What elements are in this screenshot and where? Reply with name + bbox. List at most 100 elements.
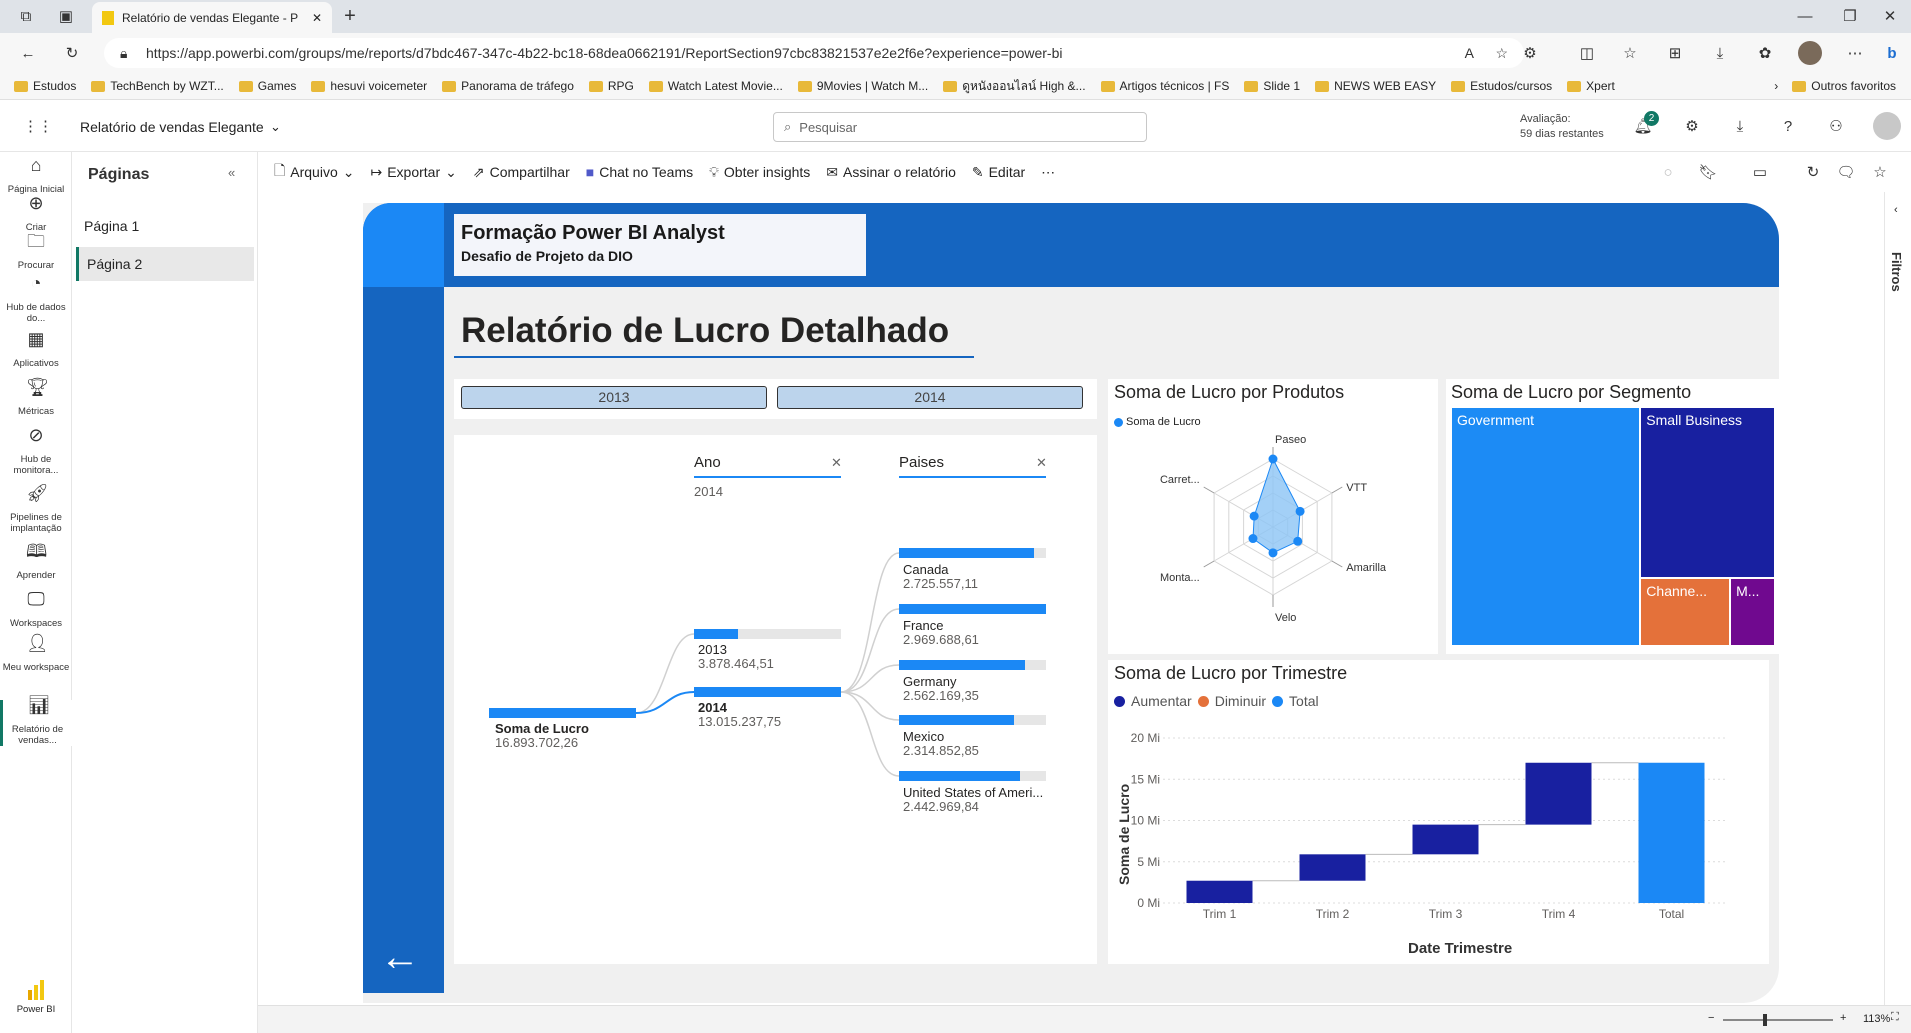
radar-point[interactable] <box>1295 506 1305 516</box>
help-icon[interactable]: ? <box>1778 116 1798 136</box>
waterfall-bar[interactable] <box>1525 762 1592 825</box>
nav-item[interactable]: 🖵︎ Workspaces <box>0 590 72 629</box>
nav-item[interactable]: 🏆︎ Métricas <box>0 378 72 417</box>
radar-point[interactable] <box>1248 534 1258 544</box>
download-icon[interactable]: ⤓ <box>1730 116 1750 136</box>
treemap-tile[interactable]: Government <box>1451 407 1641 646</box>
share-feedback-icon[interactable]: ⚇ <box>1826 116 1846 136</box>
slicer-2013[interactable]: 2013 <box>461 386 767 409</box>
star-icon[interactable]: ☆ <box>1495 45 1508 62</box>
bookmark-item[interactable]: Xpert <box>1567 79 1615 93</box>
radar-point[interactable] <box>1268 548 1278 558</box>
zoom-slider-thumb[interactable] <box>1763 1014 1767 1026</box>
zoom-out-icon[interactable]: − <box>1708 1012 1714 1024</box>
gear-icon[interactable]: ⚙ <box>1682 116 1702 136</box>
refresh-icon[interactable]: ↻ <box>62 43 82 63</box>
bookmark-item[interactable]: Watch Latest Movie... <box>648 79 783 93</box>
radar-point[interactable] <box>1249 511 1259 521</box>
insights-button[interactable]: 💡︎ Obter insights <box>709 164 810 181</box>
bookmark-icon[interactable]: 🔖︎ <box>1698 162 1718 182</box>
profile-avatar[interactable] <box>1798 41 1822 65</box>
waterfall-bar[interactable] <box>1299 854 1366 881</box>
chevron-down-icon[interactable]: ⌄ <box>270 119 281 135</box>
nav-item[interactable]: 🕮︎ Aprender <box>0 542 72 581</box>
bookmark-item[interactable]: 9Movies | Watch M... <box>797 79 928 93</box>
slicer-2014[interactable]: 2014 <box>777 386 1083 409</box>
more-bookmarks-icon[interactable]: › <box>1774 79 1778 93</box>
waterfall-bar[interactable] <box>1412 824 1479 855</box>
report-name[interactable]: Relatório de vendas Elegante <box>80 119 264 135</box>
subscribe-button[interactable]: ✉ Assinar o relatório <box>826 164 956 181</box>
refresh-visuals-icon[interactable]: ↻ <box>1803 162 1823 182</box>
nav-item[interactable]: 📊︎ Relatório de vendas... <box>0 696 72 746</box>
share-button[interactable]: ⇗ Compartilhar <box>473 164 570 181</box>
bookmark-item[interactable]: RPG <box>588 79 634 93</box>
view-icon[interactable]: ▭ <box>1750 162 1770 182</box>
expand-filters-icon[interactable]: ‹ <box>1894 204 1898 216</box>
teams-button[interactable]: ■ Chat no Teams <box>586 164 693 180</box>
waterfall-bar[interactable] <box>1638 762 1705 903</box>
comment-icon[interactable]: 🗨︎ <box>1836 162 1856 182</box>
bookmark-item[interactable]: Games <box>238 79 296 93</box>
url-field[interactable]: 🔒︎ https://app.powerbi.com/groups/me/rep… <box>104 38 1524 68</box>
favorites-icon[interactable]: ☆ <box>1620 43 1640 63</box>
nav-item[interactable]: ◔ Hub de dados do... <box>0 274 72 324</box>
decomp-root-bar[interactable] <box>489 708 636 718</box>
bookmark-item[interactable]: Panorama de tráfego <box>442 79 574 93</box>
treemap-tile[interactable]: M... <box>1730 578 1775 646</box>
nav-item[interactable]: ▦ Aplicativos <box>0 330 72 369</box>
nav-item[interactable]: 🚀︎ Pipelines de implantação <box>0 484 72 534</box>
back-icon[interactable]: ← <box>18 43 38 63</box>
bookmark-item[interactable]: Slide 1 <box>1244 79 1300 93</box>
file-menu[interactable]: 🗋 Arquivo ⌄ <box>274 160 354 184</box>
zoom-slider[interactable] <box>1723 1019 1833 1021</box>
bookmark-item[interactable]: ดูหนังออนไลน์ High &... <box>943 77 1086 96</box>
fit-page-icon[interactable]: ⛶ <box>1891 1011 1899 1024</box>
page-item-1[interactable]: Página 1 <box>72 209 258 243</box>
remove-paises-icon[interactable]: ✕ <box>1036 455 1047 471</box>
downloads-icon[interactable]: ⤓ <box>1710 43 1730 63</box>
nav-item[interactable]: ⌂ Página Inicial <box>0 156 72 195</box>
decomp-country-bar[interactable] <box>899 771 1020 781</box>
favorite-star-icon[interactable]: ☆ <box>1870 162 1890 182</box>
radar-point[interactable] <box>1293 536 1303 546</box>
bookmark-item[interactable]: Estudos <box>14 79 76 93</box>
decomp-year-bar[interactable] <box>694 629 739 639</box>
nav-item[interactable]: 👤︎ Meu workspace <box>0 634 72 673</box>
bookmark-item[interactable]: hesuvi voicemeter <box>311 79 427 93</box>
bookmark-item[interactable]: Artigos técnicos | FS <box>1100 79 1229 93</box>
decomp-country-bar[interactable] <box>899 660 1026 670</box>
bookmark-item[interactable]: TechBench by WZT... <box>91 79 224 93</box>
collections-icon[interactable]: ⊞ <box>1665 43 1685 63</box>
waterfall-bar[interactable] <box>1186 880 1253 903</box>
bookmark-other-favorites[interactable]: Outros favoritos <box>1792 79 1896 93</box>
app-launcher-icon[interactable]: ⋮⋮ <box>23 116 53 136</box>
split-screen-icon[interactable]: ◫ <box>1577 43 1597 63</box>
bing-icon[interactable]: b <box>1882 43 1902 63</box>
more-icon[interactable]: ⋯ <box>1845 43 1865 63</box>
maximize-icon[interactable]: ❐ <box>1840 6 1860 26</box>
nav-item[interactable]: ⊕ Criar <box>0 194 72 233</box>
more-options-icon[interactable]: ⋯ <box>1041 164 1055 181</box>
back-arrow-icon[interactable]: ← <box>380 937 420 977</box>
read-aloud-icon[interactable]: A <box>1465 45 1474 61</box>
tab-actions-icon[interactable]: ▣ <box>56 6 76 26</box>
remove-ano-icon[interactable]: ✕ <box>831 455 842 471</box>
filters-pane[interactable]: ‹ Filtros <box>1884 192 1911 1005</box>
decomp-country-bar[interactable] <box>899 715 1014 725</box>
nav-item[interactable]: ⊘ Hub de monitora... <box>0 426 72 476</box>
treemap-tile[interactable]: Channe... <box>1640 578 1731 646</box>
bookmark-item[interactable]: NEWS WEB EASY <box>1315 79 1436 93</box>
decomp-country-bar[interactable] <box>899 548 1035 558</box>
new-tab-icon[interactable]: + <box>340 5 360 27</box>
workspaces-icon[interactable]: ⧉ <box>16 6 36 26</box>
collapse-icon[interactable]: « <box>228 165 235 180</box>
zoom-in-icon[interactable]: + <box>1840 1012 1846 1024</box>
decomp-country-bar[interactable] <box>899 604 1046 614</box>
edit-button[interactable]: ✎ Editar <box>972 164 1025 181</box>
treemap-tile[interactable]: Small Business <box>1640 407 1775 579</box>
browser-tab[interactable]: Relatório de vendas Elegante - P ✕ <box>92 2 332 33</box>
extension-icon[interactable]: ✿ <box>1755 43 1775 63</box>
export-menu[interactable]: ↦ Exportar ⌄ <box>370 164 456 181</box>
search-input[interactable]: ⌕ Pesquisar <box>773 112 1147 142</box>
